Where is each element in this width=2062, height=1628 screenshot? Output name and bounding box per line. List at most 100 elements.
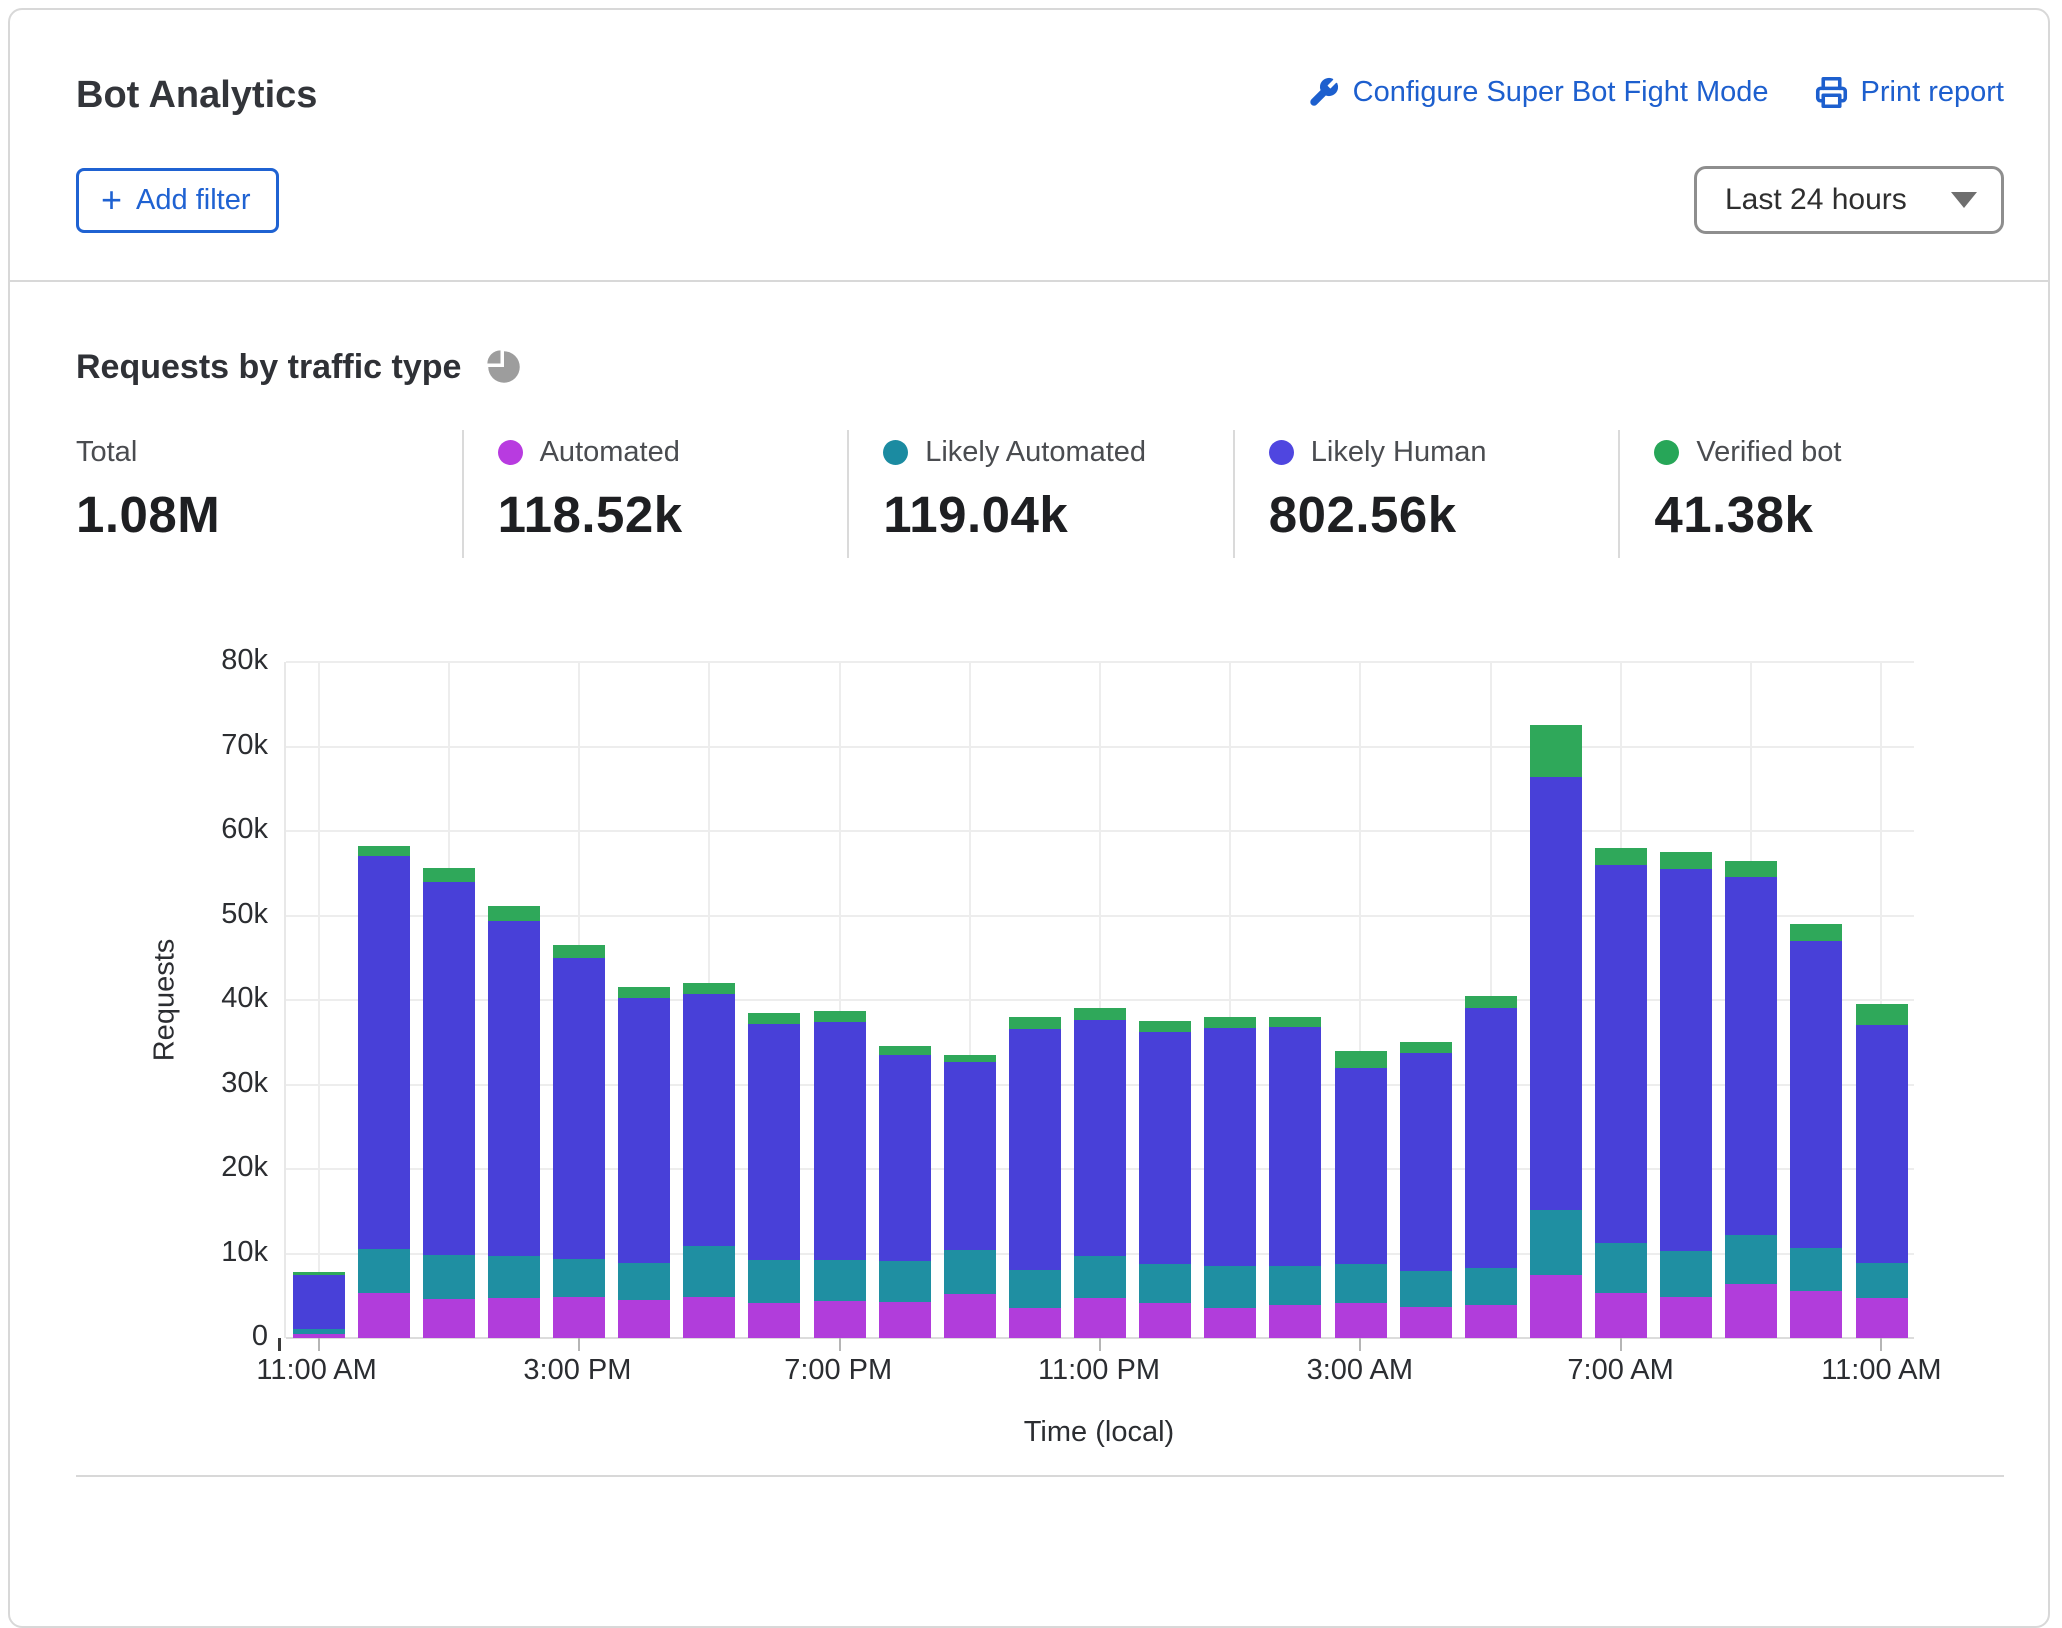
x-tick-label: 3:00 AM (1307, 1354, 1413, 1387)
segment-likely-human (1790, 941, 1842, 1249)
stacked-bar-1-00-pm (423, 868, 475, 1338)
add-filter-button[interactable]: + Add filter (76, 168, 279, 233)
segment-verified-bot (423, 868, 475, 882)
segment-likely-human (1530, 777, 1582, 1210)
stat-label: Verified bot (1696, 436, 1841, 469)
segment-likely-automated (1204, 1266, 1256, 1307)
section-title: Requests by traffic type (76, 348, 461, 387)
segment-verified-bot (1790, 924, 1842, 941)
bar-slot (416, 662, 481, 1338)
time-range-select[interactable]: Last 24 hours (1694, 166, 2004, 234)
segment-verified-bot (358, 846, 410, 856)
bar-slot (807, 662, 872, 1338)
bar-slot (742, 662, 807, 1338)
bar-slot (677, 662, 742, 1338)
plus-icon: + (101, 189, 122, 211)
segment-likely-automated (944, 1250, 996, 1294)
segment-likely-human (879, 1055, 931, 1261)
segment-automated (683, 1297, 735, 1338)
stat-value: 41.38k (1654, 485, 1994, 544)
segment-automated (1139, 1303, 1191, 1338)
bar-slot (1002, 662, 1067, 1338)
bar-slot (286, 662, 351, 1338)
segment-likely-human (814, 1022, 866, 1260)
segment-likely-human (1139, 1032, 1191, 1264)
segment-automated (1595, 1293, 1647, 1338)
stacked-bar-11-00-am (1856, 1004, 1908, 1338)
x-axis-tick-labels: 11:00 AM3:00 PM7:00 PM11:00 PM3:00 AM7:0… (284, 1354, 1914, 1394)
segment-likely-automated (1725, 1235, 1777, 1284)
stacked-bar-3-00-pm (553, 945, 605, 1338)
segment-likely-human (1400, 1053, 1452, 1271)
segment-verified-bot (1335, 1051, 1387, 1068)
segment-likely-human (1725, 877, 1777, 1234)
segment-verified-bot (879, 1046, 931, 1054)
segment-likely-automated (1465, 1268, 1517, 1305)
pie-chart-icon (483, 346, 525, 388)
bar-slot (1458, 662, 1523, 1338)
stat-label: Likely Automated (925, 436, 1146, 469)
segment-likely-human (1204, 1028, 1256, 1266)
stacked-bar-10-00-pm (1009, 1017, 1061, 1338)
y-tick-label: 40k (221, 982, 268, 1015)
bar-slot (1849, 662, 1914, 1338)
segment-verified-bot (1400, 1042, 1452, 1053)
segment-likely-human (358, 856, 410, 1249)
y-tick-label: 80k (221, 644, 268, 677)
stat-automated: Automated118.52k (462, 430, 848, 558)
segment-likely-automated (1139, 1264, 1191, 1302)
segment-likely-automated (1269, 1266, 1321, 1305)
segment-likely-automated (1400, 1271, 1452, 1306)
requests-section: Requests by traffic type Total1.08MAutom… (10, 282, 2048, 1477)
legend-dot (883, 440, 908, 465)
section-bottom-divider (76, 1475, 2004, 1477)
stat-value: 119.04k (883, 485, 1223, 544)
configure-link-label: Configure Super Bot Fight Mode (1353, 76, 1769, 109)
segment-verified-bot (1725, 861, 1777, 878)
segment-automated (423, 1299, 475, 1338)
segment-likely-human (1074, 1020, 1126, 1256)
configure-super-bot-fight-mode-link[interactable]: Configure Super Bot Fight Mode (1307, 76, 1769, 109)
bar-slot (1198, 662, 1263, 1338)
y-tick-label: 50k (221, 898, 268, 931)
stat-value: 802.56k (1269, 485, 1609, 544)
segment-likely-human (553, 958, 605, 1259)
bar-slot (937, 662, 1002, 1338)
segment-automated (1204, 1308, 1256, 1338)
segment-automated (1335, 1303, 1387, 1338)
bar-slot (1068, 662, 1133, 1338)
segment-automated (1725, 1284, 1777, 1338)
segment-likely-automated (683, 1246, 735, 1297)
segment-likely-automated (748, 1260, 800, 1302)
stacked-bar-7-00-am (1595, 848, 1647, 1338)
segment-likely-human (1856, 1025, 1908, 1262)
segment-likely-automated (1530, 1210, 1582, 1274)
x-axis-tick (1620, 1338, 1622, 1351)
time-range-value: Last 24 hours (1725, 183, 1907, 217)
bar-slot (351, 662, 416, 1338)
segment-likely-automated (1595, 1243, 1647, 1294)
segment-verified-bot (1139, 1021, 1191, 1032)
stacked-bar-11-00-am (293, 1272, 345, 1338)
x-axis-tick (839, 1338, 841, 1351)
segment-verified-bot (1009, 1017, 1061, 1029)
print-link-label: Print report (1861, 76, 2004, 109)
print-report-link[interactable]: Print report (1815, 76, 2004, 109)
add-filter-label: Add filter (136, 184, 250, 217)
segment-verified-bot (1269, 1017, 1321, 1027)
bar-slot (1393, 662, 1458, 1338)
segment-likely-automated (1009, 1270, 1061, 1308)
segment-automated (879, 1302, 931, 1338)
x-tick-label: 11:00 AM (256, 1354, 376, 1387)
bar-slot (1784, 662, 1849, 1338)
segment-verified-bot (1530, 725, 1582, 777)
y-tick-label: 10k (221, 1236, 268, 1269)
x-axis-tick (578, 1338, 580, 1351)
bar-slot (1589, 662, 1654, 1338)
segment-automated (358, 1293, 410, 1338)
stacked-bar-2-00-am (1269, 1017, 1321, 1338)
segment-verified-bot (1595, 848, 1647, 865)
segment-verified-bot (683, 983, 735, 994)
stat-label: Likely Human (1311, 436, 1487, 469)
stacked-bar-9-00-am (1725, 861, 1777, 1338)
